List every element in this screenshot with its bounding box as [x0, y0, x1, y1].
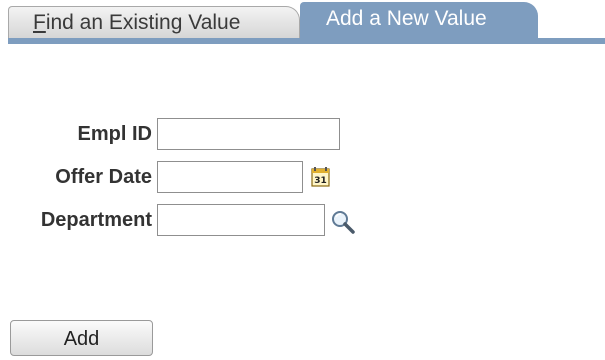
tab-add-new-value[interactable]: Add a New Value [300, 2, 538, 38]
tab-bar: Find an Existing Value Add a New Value [0, 0, 605, 46]
offer-date-label: Offer Date [55, 166, 152, 188]
empl-id-row: Empl ID [0, 118, 605, 150]
calendar-icon-number: 31 [314, 176, 327, 186]
tab-find-accesskey: F [33, 11, 46, 34]
empl-id-input[interactable] [157, 118, 340, 150]
tab-find-existing-value[interactable]: Find an Existing Value [8, 6, 300, 38]
empl-id-label: Empl ID [77, 123, 152, 145]
department-label: Department [40, 209, 152, 231]
calendar-icon[interactable]: 31 [310, 166, 332, 188]
add-new-value-page: Find an Existing Value Add a New Value E… [0, 0, 605, 360]
magnifier-icon[interactable] [330, 209, 356, 235]
tab-find-label: ind an Existing Value [45, 11, 241, 34]
offer-date-input[interactable] [157, 161, 303, 193]
tab-add-label: Add a New Value [326, 7, 487, 30]
add-button[interactable]: Add [10, 320, 153, 356]
offer-date-row: Offer Date 31 [0, 161, 605, 193]
department-row: Department [0, 204, 605, 236]
department-input[interactable] [157, 204, 325, 236]
